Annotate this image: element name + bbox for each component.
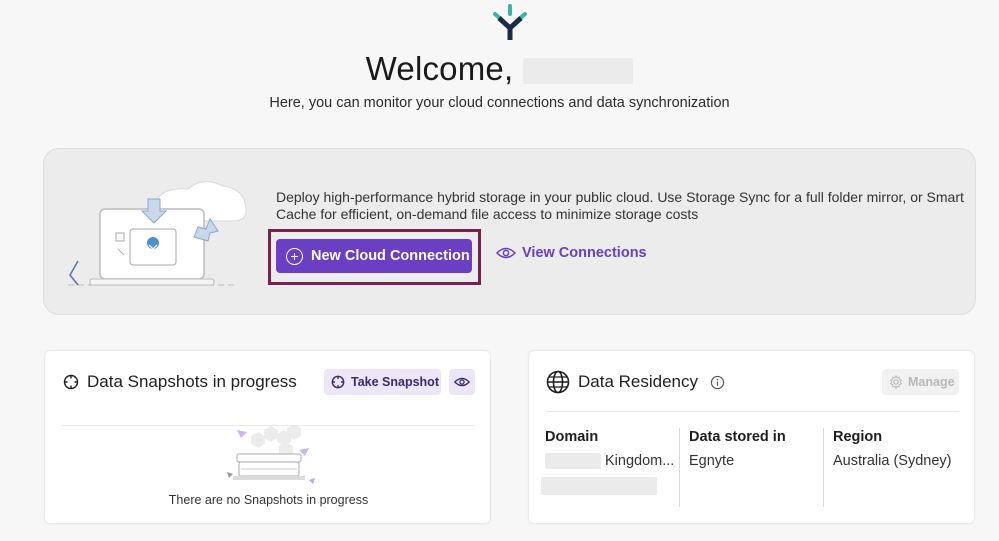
snapshots-title: Data Snapshots in progress bbox=[87, 372, 297, 391]
empty-snapshots-illustration bbox=[227, 426, 315, 484]
cloud-connection-banner: Deploy high-performance hybrid storage i… bbox=[43, 148, 976, 315]
manage-button[interactable]: Manage bbox=[882, 369, 959, 395]
globe-icon bbox=[546, 370, 570, 394]
view-connections-link[interactable]: View Connections bbox=[496, 245, 647, 261]
redacted-username bbox=[523, 58, 634, 84]
region-value: Australia (Sydney) bbox=[833, 453, 952, 469]
region-header: Region bbox=[833, 429, 883, 445]
data-residency-card: Data Residency Manage Domain Kingdom... … bbox=[528, 350, 975, 524]
region-column: Region Australia (Sydney) bbox=[833, 429, 951, 469]
domain-value: Kingdom... bbox=[605, 453, 675, 469]
redacted-domain bbox=[545, 453, 601, 469]
empty-snapshots-text: There are no Snapshots in progress bbox=[168, 493, 369, 507]
welcome-title: Welcome, bbox=[365, 50, 514, 87]
column-separator bbox=[823, 428, 824, 507]
banner-description: Deploy high-performance hybrid storage i… bbox=[276, 189, 964, 222]
gear-icon bbox=[890, 375, 902, 389]
new-cloud-connection-button[interactable]: + New Cloud Connection bbox=[276, 239, 472, 273]
residency-title-row: Data Residency bbox=[546, 370, 725, 394]
view-snapshots-button[interactable] bbox=[449, 369, 475, 395]
cloud-sync-illustration bbox=[68, 181, 247, 286]
redacted-domain-line bbox=[541, 477, 657, 495]
data-snapshots-card: Data Snapshots in progress Take Snapshot… bbox=[44, 350, 491, 524]
new-cloud-connection-label: New Cloud Connection bbox=[311, 248, 470, 264]
snapshots-title-row: Data Snapshots in progress bbox=[63, 372, 297, 392]
snapshot-icon bbox=[331, 375, 345, 389]
eye-icon bbox=[454, 377, 470, 387]
column-separator bbox=[679, 428, 680, 507]
take-snapshot-button[interactable]: Take Snapshot bbox=[324, 369, 441, 395]
welcome-heading-row: Welcome, bbox=[0, 50, 999, 88]
domain-column: Domain Kingdom... bbox=[541, 429, 674, 495]
domain-value-row: Kingdom... bbox=[545, 453, 674, 469]
egnyte-logo-icon bbox=[493, 4, 527, 40]
info-icon[interactable] bbox=[710, 375, 725, 390]
data-stored-header: Data stored in bbox=[689, 429, 786, 445]
domain-header: Domain bbox=[545, 429, 599, 445]
card-divider bbox=[546, 411, 959, 412]
view-connections-label: View Connections bbox=[522, 245, 647, 261]
residency-title: Data Residency bbox=[578, 372, 699, 391]
eye-icon bbox=[496, 247, 516, 259]
page-subtitle: Here, you can monitor your cloud connect… bbox=[269, 95, 730, 111]
take-snapshot-label: Take Snapshot bbox=[351, 375, 439, 389]
snapshot-icon bbox=[63, 374, 79, 390]
plus-circle-icon: + bbox=[286, 247, 303, 265]
data-stored-value: Egnyte bbox=[689, 453, 735, 469]
manage-label: Manage bbox=[908, 375, 955, 389]
data-stored-column: Data stored in Egnyte bbox=[689, 429, 786, 469]
